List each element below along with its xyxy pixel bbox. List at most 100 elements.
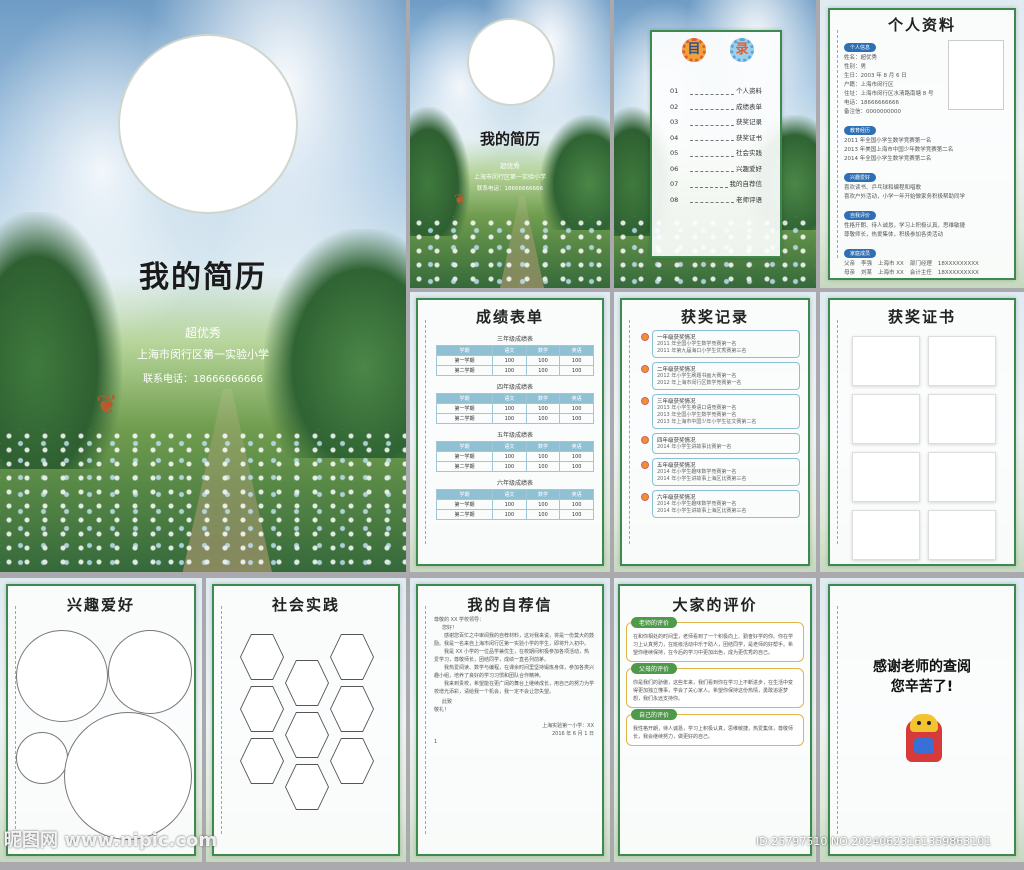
grade-row: 第二学期 100 100 100 <box>435 365 594 376</box>
grade-cell: 第一学期 <box>435 499 494 510</box>
grade-row: 第二学期 100 100 100 <box>435 413 594 424</box>
toc-item[interactable]: 07 我的自荐信 <box>670 177 762 193</box>
grade-block-label: 六年级成绩表 <box>496 480 533 487</box>
toc-item[interactable]: 03 获奖记录 <box>670 115 762 131</box>
grade-header-cell: 数学 <box>525 393 561 404</box>
cert-slot-3[interactable] <box>852 394 920 444</box>
grade-row: 第一学期 100 100 100 <box>435 451 594 462</box>
grade-blocks: 三年级成绩表 学期 语文 数学 英语 第一学期 100 100 100 第二学期 100 100 100… <box>435 334 594 520</box>
self-lines: 性格开朗、待人诚恳，学习上积极认真，思维敏捷 尊敬师长，热爱集体，积极参加各类活动 <box>844 222 1008 240</box>
cert-slot-4[interactable] <box>928 394 996 444</box>
grade-header-cell: 数学 <box>525 345 561 356</box>
review-list: 老师的评价 在和你相处的时间里，老师看到了一个积极向上、勤奋好学的你。你在学习上认… <box>620 617 810 746</box>
reviews-card: 大家的评价 老师的评价 在和你相处的时间里，老师看到了一个积极向上、勤奋好学的你。… <box>618 584 812 856</box>
award-title: 四年级获奖情况 <box>657 438 696 444</box>
butterfly-icon: ❦ <box>454 192 466 208</box>
toc-item-leader <box>690 146 734 157</box>
practice-hex-6[interactable] <box>285 712 329 758</box>
award-item: 二年级获奖情况 2012 年小学生刷题书画大赛第一名 2012 年上海市闵行区数学竞… <box>641 362 800 390</box>
practice-hex-9[interactable] <box>285 764 329 810</box>
cover-small-page: 我的简历 超优秀 上海市闵行区第一实验小学 联系电话：18666666666 ❦ <box>410 0 610 288</box>
toc-item-number: 07 <box>670 180 679 188</box>
family-cell: 会计主任 <box>909 270 932 276</box>
letter-date: 2016 年 6 月 1 日 <box>551 731 594 737</box>
practice-hex-3[interactable] <box>285 660 329 706</box>
toc-item[interactable]: 08 老师评语 <box>670 193 762 209</box>
grade-header-cell: 语文 <box>492 441 527 452</box>
toc-item-number: 01 <box>670 87 679 95</box>
cert-slot-1[interactable] <box>852 336 920 386</box>
hobby-circle-2[interactable] <box>108 630 192 714</box>
photo-placeholder-small[interactable] <box>467 18 555 106</box>
grade-cell: 100 <box>492 365 527 376</box>
grades-title: 成绩表单 <box>475 308 544 326</box>
grade-header-cell: 数学 <box>525 489 561 500</box>
grade-header-cell: 学期 <box>435 345 494 356</box>
cert-slot-5[interactable] <box>852 452 920 502</box>
toc-item[interactable]: 04 获奖证书 <box>670 131 762 147</box>
thanks-card: 感谢老师的查阅 您辛苦了! <box>828 584 1016 856</box>
profile-card: 个人资料 个人信息 姓名：超优秀 性别：男 生日：2003 年 8 月 6 日户籍：… <box>828 8 1016 280</box>
hobby-page: 兴趣爱好 <box>0 578 202 862</box>
letter-body: 感谢您百忙之中审阅我的自荐材料，这对我来说，将是一份莫大的鼓励。我是一名来自上海… <box>434 632 594 696</box>
letter-salutation: 您好！ <box>442 625 458 631</box>
practice-hex-7[interactable] <box>240 738 284 784</box>
grade-block-label: 五年级成绩表 <box>496 432 533 439</box>
award-title: 六年级获奖情况 <box>657 495 696 501</box>
grade-header-row: 学期 语文 数学 英语 <box>435 489 594 500</box>
toc-item-leader <box>690 84 734 95</box>
hobby-circle-1[interactable] <box>16 630 108 722</box>
cert-slot-6[interactable] <box>928 452 996 502</box>
thanks-line-2: 您辛苦了! <box>890 679 954 695</box>
letter-signature: 上海实验第一小学：XX <box>542 723 594 729</box>
award-dot-icon <box>641 436 649 444</box>
hobby-circle-3[interactable] <box>16 732 68 784</box>
reviews-title: 大家的评价 <box>672 596 758 614</box>
practice-hex-2[interactable] <box>330 634 374 680</box>
photo-placeholder[interactable] <box>118 34 298 214</box>
certs-card: 获奖证书 <box>828 298 1016 566</box>
grade-cell: 100 <box>492 355 527 366</box>
grade-header-row: 学期 语文 数学 英语 <box>435 441 594 452</box>
toc-item[interactable]: 05 社会实践 <box>670 146 762 162</box>
practice-hex-4[interactable] <box>240 686 284 732</box>
award-title: 一年级获奖情况 <box>657 335 696 341</box>
letter-paragraph: 我是 XX 小学的一位品学兼优生，在校期间积极参加各项活动，热爱学习，尊敬师长，… <box>434 649 590 663</box>
profile-photo[interactable] <box>948 40 1004 110</box>
award-item: 五年级获奖情况 2014 年小学生趣味数学竞赛第一名 2014 年小学生讲故事上海区… <box>641 458 800 486</box>
letter-paragraph: 我来到贵校，希望能在更广阔的舞台上继续成长，用自己的努力为学校增光添彩，请给我一… <box>434 681 595 695</box>
toc-item-label: 兴趣爱好 <box>736 164 762 173</box>
cert-slot-7[interactable] <box>852 510 920 560</box>
cert-slot-2[interactable] <box>928 336 996 386</box>
toc-item-leader <box>690 100 734 110</box>
toc-item-label: 老师评语 <box>736 195 762 204</box>
family-cell: 李强 <box>861 261 873 267</box>
watermark-right: ID:25797510 NO:20240623161359863101 <box>756 835 992 848</box>
grade-cell: 第二学期 <box>435 365 494 376</box>
toc-item[interactable]: 06 兴趣爱好 <box>670 162 762 178</box>
practice-hex-1[interactable] <box>240 634 284 680</box>
review-text: 我性格开朗，待人诚恳，学习上积极认真，思维敏捷，热爱集体，尊敬师长，我会继续努力… <box>633 726 794 740</box>
butterfly-icon: ❦ <box>96 390 118 420</box>
toc-item[interactable]: 01 个人资料 <box>670 84 762 100</box>
practice-page: 社会实践 <box>206 578 406 862</box>
grade-cell: 100 <box>525 499 561 510</box>
grade-header-cell: 学期 <box>435 441 494 452</box>
review-tag: 自己的评价 <box>631 709 678 720</box>
toc-item-label: 我的自荐信 <box>729 180 763 188</box>
award-item: 三年级获奖情况 2013 年小学生英语口语竞赛第一名 2013 年全国小学生数学竞赛… <box>641 394 800 429</box>
practice-hex-5[interactable] <box>330 686 374 732</box>
hobby-circle-4[interactable] <box>64 712 192 840</box>
family-cell: 18XXXXXXXXX <box>937 270 979 276</box>
cert-slot-8[interactable] <box>928 510 996 560</box>
toc-item[interactable]: 02 成绩表单 <box>670 100 762 116</box>
toc-list: 01 个人资料 02 成绩表单 03 获奖记录 04 获奖证书 05 社会实践 06 兴趣爱好 07 我的… <box>652 84 780 208</box>
review-tag: 老师的评价 <box>631 617 678 628</box>
toc-item-number: 04 <box>670 133 679 142</box>
family-row: 父亲 李强 上海市 XX 部门经理 18XXXXXXXXX <box>844 260 1008 269</box>
practice-hex-8[interactable] <box>330 738 374 784</box>
award-line: 2011 年全国小学生数学竞赛第一名 <box>657 341 737 347</box>
award-line: 2014 年小学生讲故事比赛第一名 <box>657 444 732 450</box>
grade-header-cell: 语文 <box>492 345 527 356</box>
cover-small-name: 超优秀 <box>500 162 520 170</box>
